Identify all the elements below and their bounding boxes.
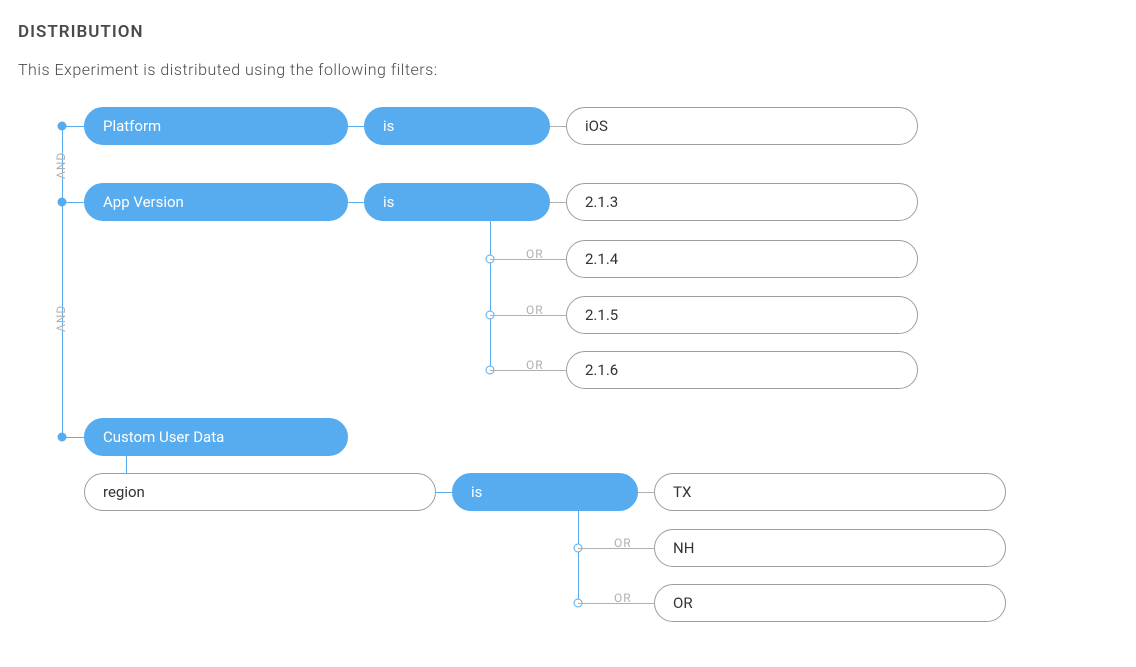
filter-value-pill[interactable]: 2.1.3 (566, 183, 918, 221)
or-connector-label: OR (614, 591, 632, 605)
filter-field-pill[interactable]: App Version (84, 183, 348, 221)
filter-value-pill[interactable]: NH (654, 529, 1006, 567)
connector-line (436, 492, 452, 493)
section-title: DISTRIBUTION (18, 22, 1118, 42)
or-connector-label: OR (526, 247, 544, 261)
connector-line (638, 492, 654, 493)
filter-value-pill[interactable]: 2.1.6 (566, 351, 918, 389)
filter-field-pill[interactable]: Custom User Data (84, 418, 348, 456)
connector-line (550, 202, 566, 203)
or-connector-label: OR (526, 358, 544, 372)
filter-tree: AND AND Platform is iOS App Version is 2… (38, 107, 1118, 667)
connector-line (550, 126, 566, 127)
filter-value-pill[interactable]: iOS (566, 107, 918, 145)
filter-value-pill[interactable]: TX (654, 473, 1006, 511)
connector-line (490, 202, 550, 203)
connector-line (62, 202, 84, 203)
connector-line (62, 126, 84, 127)
filter-operator-pill[interactable]: is (452, 473, 638, 511)
or-connector-label: OR (526, 303, 544, 317)
or-connector-label: OR (614, 536, 632, 550)
connector-line (490, 202, 491, 370)
section-subtitle: This Experiment is distributed using the… (18, 60, 1118, 79)
and-connector-label: AND (54, 152, 68, 179)
and-connector-label: AND (54, 305, 68, 332)
filter-value-pill[interactable]: 2.1.5 (566, 296, 918, 334)
filter-operator-pill[interactable]: is (364, 107, 550, 145)
filter-field-pill[interactable]: Platform (84, 107, 348, 145)
filter-value-pill[interactable]: OR (654, 584, 1006, 622)
filter-value-pill[interactable]: 2.1.4 (566, 240, 918, 278)
filter-key-pill[interactable]: region (84, 473, 436, 511)
connector-line (348, 202, 364, 203)
connector-line (62, 437, 84, 438)
connector-line (348, 126, 364, 127)
